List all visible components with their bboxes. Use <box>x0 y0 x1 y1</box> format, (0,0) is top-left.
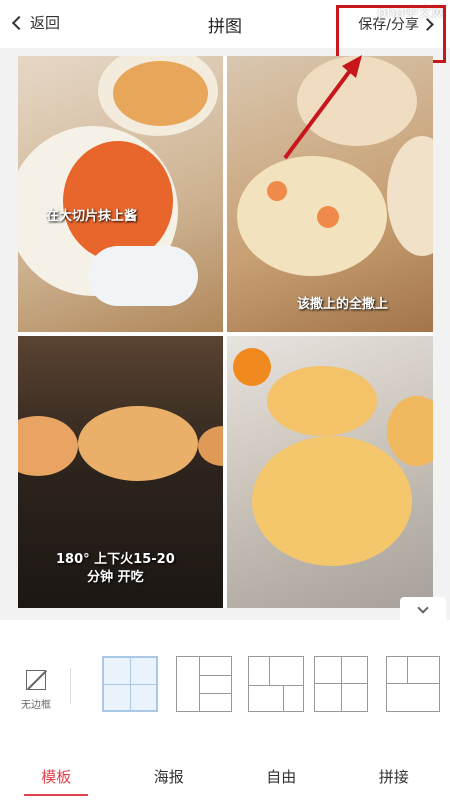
caption-3: 180° 上下火15-20 分钟 开吃 <box>56 552 175 585</box>
caption-2: 该撒上的全撒上 <box>297 297 389 312</box>
collage-cell-3[interactable]: 180° 上下火15-20 分钟 开吃 <box>18 336 223 608</box>
tab-free[interactable]: 自由 <box>225 760 338 800</box>
highlight-box <box>336 5 446 63</box>
template-grid-4[interactable] <box>314 656 368 712</box>
no-border-label: 无边框 <box>21 700 51 711</box>
chevron-down-icon <box>417 602 429 614</box>
bottom-panel: 无边框 模板 海报 自由 拼接 <box>0 620 450 800</box>
bottom-tabs: 模板 海报 自由 拼接 <box>0 760 450 800</box>
divider <box>70 668 71 704</box>
collage-canvas: 在大切片抹上酱 该撒上的全撒上 180° 上下火15-20 分钟 开吃 <box>18 56 433 608</box>
caption-1: 在大切片抹上酱 <box>46 209 138 224</box>
collage-cell-4[interactable] <box>227 336 433 608</box>
collage-cell-1[interactable]: 在大切片抹上酱 <box>18 56 223 332</box>
tab-poster[interactable]: 海报 <box>113 760 226 800</box>
tab-template[interactable]: 模板 <box>0 760 113 800</box>
template-mixed[interactable] <box>248 656 304 712</box>
template-top-split[interactable] <box>386 656 440 712</box>
tab-stitch[interactable]: 拼接 <box>338 760 450 800</box>
no-border-icon <box>26 670 46 690</box>
no-border-toggle[interactable]: 无边框 <box>14 670 58 711</box>
template-grid-2x2[interactable] <box>102 656 158 712</box>
template-left-tall[interactable] <box>176 656 232 712</box>
collage-cell-2[interactable]: 该撒上的全撒上 <box>227 56 433 332</box>
